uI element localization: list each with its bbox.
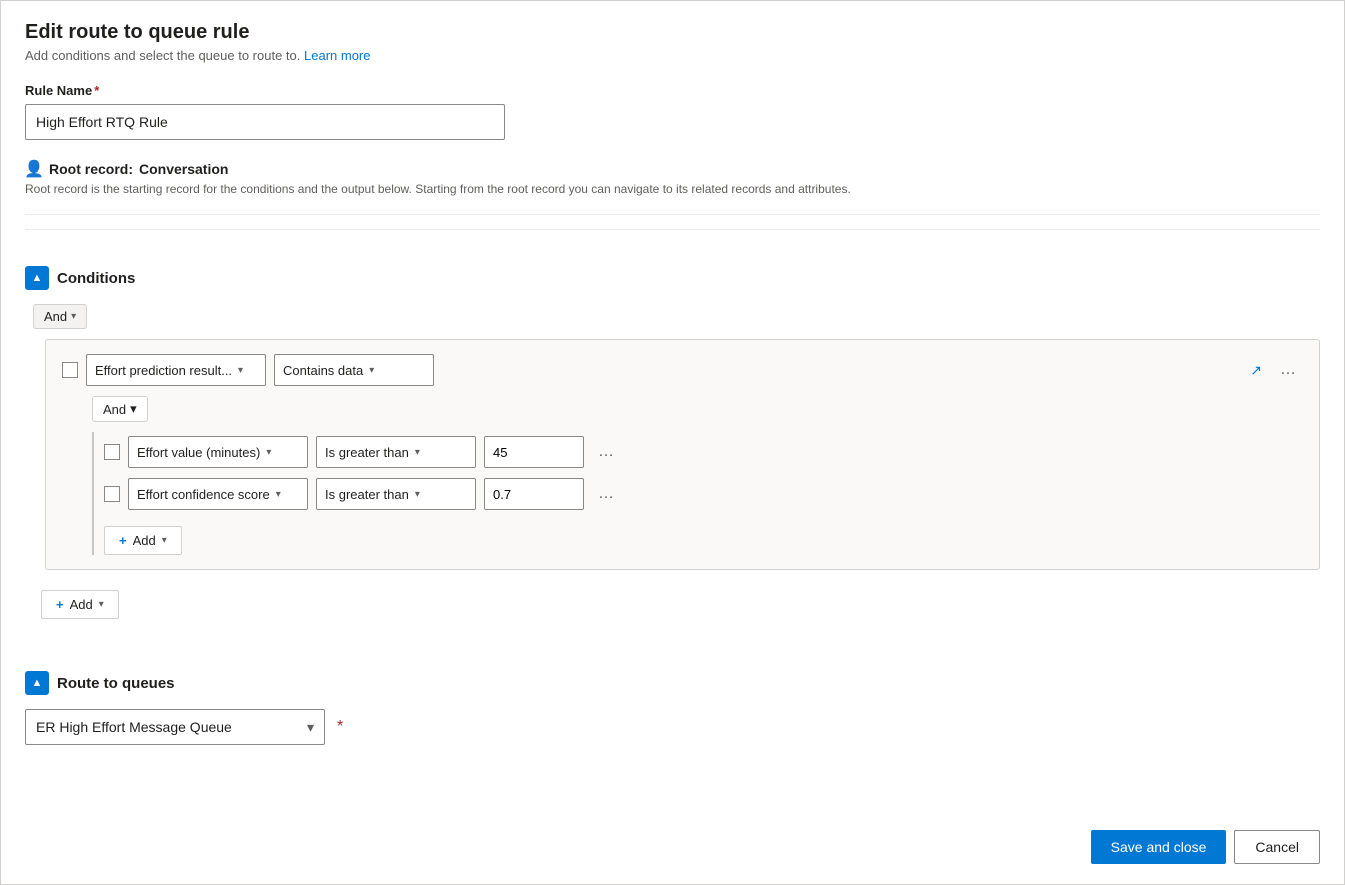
condition-2-operator-select[interactable]: Is greater than ▾ xyxy=(316,436,476,468)
route-section-icon: ▲ xyxy=(25,671,49,695)
queue-select-dropdown[interactable]: ER High Effort Message Queue ▾ xyxy=(25,709,325,745)
conditions-section-header: ▲ Conditions xyxy=(25,266,1320,290)
condition-1-operator-select[interactable]: Contains data ▾ xyxy=(274,354,434,386)
and-chevron-inner: ▾ xyxy=(130,401,137,417)
condition-3-more-button[interactable]: … xyxy=(592,483,621,505)
cond3-field-chevron: ▾ xyxy=(276,489,281,500)
cond1-op-chevron: ▾ xyxy=(369,365,374,376)
cancel-button[interactable]: Cancel xyxy=(1234,830,1320,864)
root-record-description: Root record is the starting record for t… xyxy=(25,182,1320,196)
page-subtitle: Add conditions and select the queue to r… xyxy=(25,48,1320,63)
root-record-title: 👤 Root record: Conversation xyxy=(25,160,1320,178)
save-and-close-button[interactable]: Save and close xyxy=(1091,830,1227,864)
condition-row-1: Effort prediction result... ▾ Contains d… xyxy=(62,354,1303,386)
condition-1-field-select[interactable]: Effort prediction result... ▾ xyxy=(86,354,266,386)
conditions-title: Conditions xyxy=(57,270,135,287)
queue-select-chevron: ▾ xyxy=(307,719,314,736)
route-section-header: ▲ Route to queues xyxy=(25,671,1320,695)
condition-3-operator-select[interactable]: Is greater than ▾ xyxy=(316,478,476,510)
condition-1-expand-button[interactable]: ↗︎ xyxy=(1246,360,1266,381)
queue-required-marker: * xyxy=(337,718,343,736)
conditions-icon: ▲ xyxy=(25,266,49,290)
cond1-field-chevron: ▾ xyxy=(238,365,243,376)
root-record-section: 👤 Root record: Conversation Root record … xyxy=(25,160,1320,215)
conditions-area: And ▾ Effort prediction result... ▾ Cont… xyxy=(33,304,1320,619)
cond2-field-chevron: ▾ xyxy=(266,447,271,458)
route-section: ▲ Route to queues ER High Effort Message… xyxy=(25,649,1320,745)
and-badge-inner[interactable]: And ▾ xyxy=(92,396,148,422)
rule-name-label: Rule Name* xyxy=(25,83,1320,98)
add-outer-container: + Add ▾ xyxy=(41,584,1320,619)
condition-2-more-button[interactable]: … xyxy=(592,441,621,463)
learn-more-link[interactable]: Learn more xyxy=(304,48,370,63)
condition-3-value-input[interactable] xyxy=(484,478,584,510)
condition-1-checkbox[interactable] xyxy=(62,362,78,378)
and-chevron-outer: ▾ xyxy=(71,311,76,322)
cond3-op-chevron: ▾ xyxy=(415,489,420,500)
add-outer-button[interactable]: + Add ▾ xyxy=(41,590,119,619)
condition-row-3: Effort confidence score ▾ Is greater tha… xyxy=(104,478,1303,510)
cond2-op-chevron: ▾ xyxy=(415,447,420,458)
and-badge-outer[interactable]: And ▾ xyxy=(33,304,87,329)
root-record-icon: 👤 xyxy=(25,160,43,178)
condition-1-more-button[interactable]: … xyxy=(1274,359,1303,381)
condition-2-checkbox[interactable] xyxy=(104,444,120,460)
add-inner-button[interactable]: + Add ▾ xyxy=(104,526,182,555)
page-container: Edit route to queue rule Add conditions … xyxy=(0,0,1345,885)
route-section-title: Route to queues xyxy=(57,675,175,692)
condition-subgroup: Effort value (minutes) ▾ Is greater than… xyxy=(92,432,1303,555)
condition-3-checkbox[interactable] xyxy=(104,486,120,502)
condition-group-outer: Effort prediction result... ▾ Contains d… xyxy=(45,339,1320,570)
rule-name-input[interactable] xyxy=(25,104,505,140)
footer-actions: Save and close Cancel xyxy=(1091,830,1320,864)
page-title: Edit route to queue rule xyxy=(25,21,1320,44)
condition-row-2: Effort value (minutes) ▾ Is greater than… xyxy=(104,436,1303,468)
queue-select-row: ER High Effort Message Queue ▾ * xyxy=(25,709,1320,745)
condition-3-field-select[interactable]: Effort confidence score ▾ xyxy=(128,478,308,510)
condition-2-value-input[interactable] xyxy=(484,436,584,468)
condition-2-field-select[interactable]: Effort value (minutes) ▾ xyxy=(128,436,308,468)
